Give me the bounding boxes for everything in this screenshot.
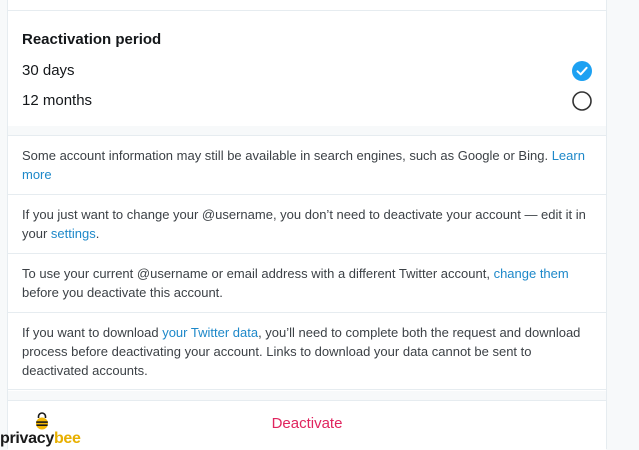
section-title: Reactivation period [22,31,162,48]
option-label: 30 days [22,62,75,79]
info-other-account: To use your current @username or email a… [8,253,606,312]
privacybee-watermark: privacybee [0,410,120,449]
twitter-data-link[interactable]: your Twitter data [162,325,258,340]
check-circle-icon[interactable] [572,61,592,81]
divider [8,391,606,400]
reactivation-period-section: Reactivation period 30 days 12 months [8,10,606,127]
option-label: 12 months [22,92,93,109]
watermark-text: privacybee [0,430,81,447]
bee-icon [36,412,48,430]
divider [8,126,606,135]
deactivate-settings-panel: Reactivation period 30 days 12 months So… [7,0,607,450]
option-30-days[interactable]: 30 days [22,59,592,83]
option-12-months[interactable]: 12 months [22,89,592,113]
info-search-engines: Some account information may still be av… [8,135,606,194]
settings-link[interactable]: settings [51,226,96,241]
info-change-username: If you just want to change your @usernam… [8,194,606,253]
change-them-link[interactable]: change them [494,266,569,281]
radio-empty-icon[interactable] [572,91,592,111]
info-download-data: If you want to download your Twitter dat… [8,312,606,390]
